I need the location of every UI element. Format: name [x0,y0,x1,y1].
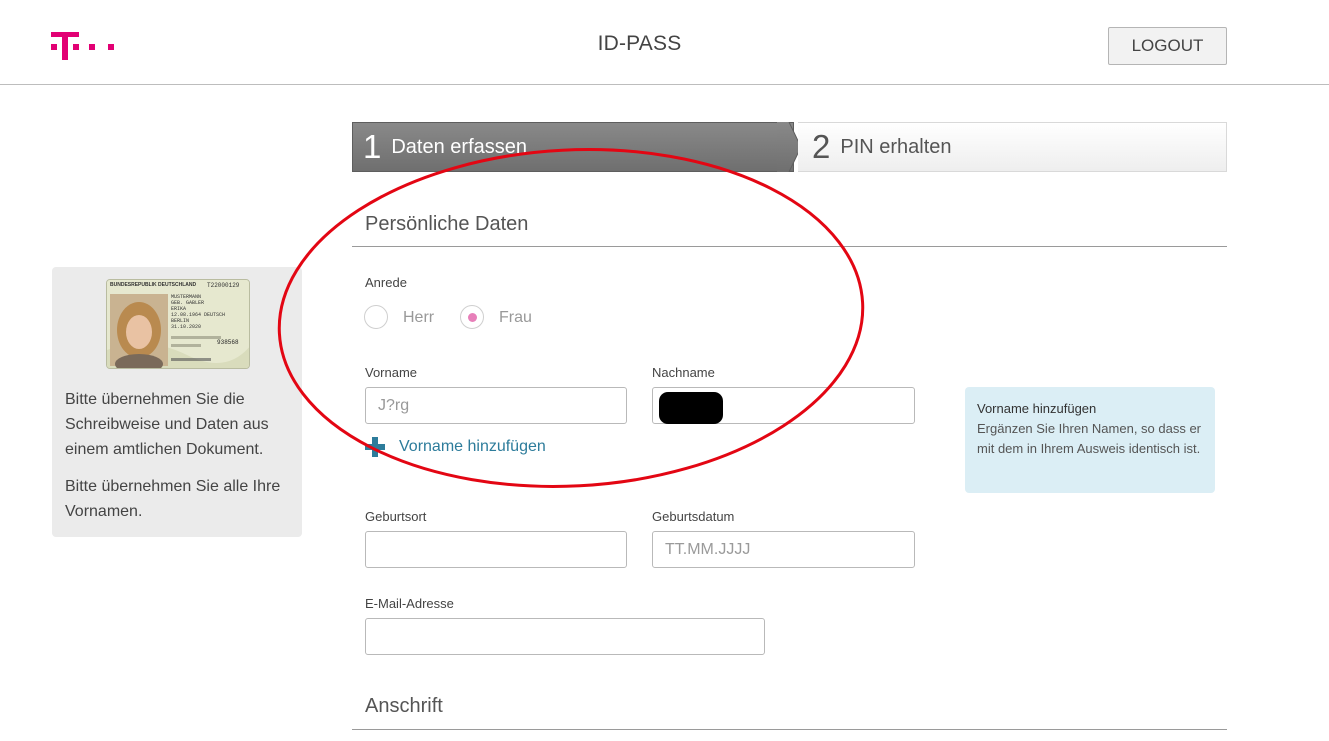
radio-frau[interactable] [460,305,484,329]
id-card-number: T22000129 [207,282,240,289]
email-label: E-Mail-Adresse [365,596,454,611]
app-title: ID-PASS [597,32,682,55]
step-1: 1 Daten erfassen [352,122,794,172]
id-card-image: BUNDESREPUBLIK DEUTSCHLAND T22000129 MUS… [106,279,250,369]
step-1-number: 1 [363,128,382,165]
add-first-name-label[interactable]: Vorname hinzufügen [399,438,546,456]
section-divider [352,246,1227,247]
step-2: 2 PIN erhalten [798,122,1227,172]
birthdate-label: Geburtsdatum [652,509,735,524]
section-divider [352,729,1227,730]
salutation-label: Anrede [365,275,407,290]
id-card-header: BUNDESREPUBLIK DEUTSCHLAND [110,282,197,288]
id-card-code: 938568 [217,339,239,346]
id-card-lines: MUSTERMANN GEB. GABLER ERIKA 12.08.1964 … [171,294,225,330]
step-2-label: PIN erhalten [840,135,952,158]
section-title-personal: Persönliche Daten [365,213,529,235]
email-input[interactable] [365,618,765,655]
redaction-block [659,392,723,424]
step-2-number: 2 [812,128,831,165]
birthplace-input[interactable] [365,531,627,568]
radio-herr-label[interactable]: Herr [403,309,434,327]
first-name-label: Vorname [365,365,418,380]
hint-title: Vorname hinzufügen [977,401,1097,416]
birthplace-label: Geburtsort [365,509,427,524]
section-title-address: Anschrift [365,695,443,717]
hint-paragraph: Bitte übernehmen Sie alle Ihre Vornamen. [65,478,281,520]
step-1-label: Daten erfassen [391,135,527,158]
radio-frau-label[interactable]: Frau [499,309,532,327]
plus-icon [365,437,385,457]
birthdate-input[interactable] [652,531,915,568]
hint-text: Ergänzen Sie Ihren Namen, so dass er mit… [977,421,1202,456]
document-hint-card: BUNDESREPUBLIK DEUTSCHLAND T22000129 MUS… [52,267,302,537]
hint-paragraph: Bitte übernehmen Sie die Schreibweise un… [65,391,269,458]
hint-text-block: Bitte übernehmen Sie die Schreibweise un… [65,387,295,536]
first-name-hint-box: Vorname hinzufügen Ergänzen Sie Ihren Na… [965,387,1215,493]
progress-stepper: 1 Daten erfassen 2 PIN erhalten [352,122,1227,172]
logout-button[interactable]: LOGOUT [1108,27,1227,65]
add-first-name-link[interactable]: Vorname hinzufügen [365,437,546,457]
id-card-line: 31.10.2020 [171,324,202,330]
top-header: ID-PASS LOGOUT [0,0,1329,85]
radio-herr[interactable] [364,305,388,329]
first-name-input[interactable] [365,387,627,424]
last-name-label: Nachname [652,365,715,380]
